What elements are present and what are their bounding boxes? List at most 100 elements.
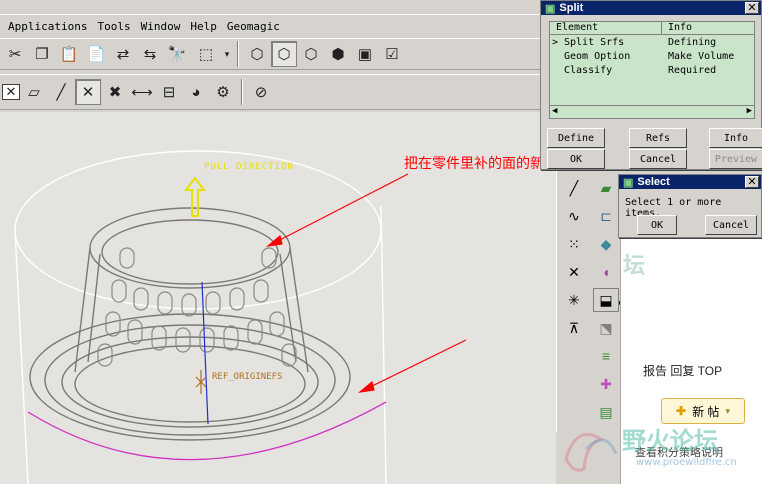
sketched-curve-icon[interactable]: ╱ bbox=[561, 176, 587, 200]
csys-tool-icon[interactable]: ✳ bbox=[561, 288, 587, 312]
annotation-arrow-2 bbox=[363, 339, 467, 391]
column-info: Info bbox=[668, 22, 693, 33]
split-app-icon: ▣ bbox=[545, 2, 556, 15]
watermark-small: 坛 bbox=[623, 254, 646, 279]
main-toolbar: ✂ ❐ 📋 📄 ⇄ ⇆ 🔭 ⬚ ▾ ⬡ ⬡ ⬡ ⬢ ▣ ☑ bbox=[0, 38, 540, 70]
info-button[interactable]: Info bbox=[709, 128, 762, 148]
copy-icon[interactable]: ❐ bbox=[29, 41, 55, 67]
select-titlebar[interactable]: ▣ Select bbox=[619, 175, 761, 189]
offset-point-icon[interactable]: ✕ bbox=[561, 260, 587, 284]
datum-point-icon[interactable]: ⁙ bbox=[561, 232, 587, 256]
boundary-surface-icon[interactable]: ◖ bbox=[593, 260, 619, 284]
define-button[interactable]: Define bbox=[547, 128, 605, 148]
menu-help[interactable]: Help bbox=[190, 20, 217, 33]
cancel-button[interactable]: Cancel bbox=[629, 149, 687, 169]
split-title: Split bbox=[559, 2, 584, 14]
element-table: Element Info > Split Srfs Defining Geom O… bbox=[549, 21, 755, 119]
cylinder-left-edge bbox=[14, 229, 29, 484]
no-hidden-icon[interactable]: ⬡ bbox=[298, 41, 324, 67]
select-ok-button[interactable]: OK bbox=[637, 215, 677, 235]
ok-button[interactable]: OK bbox=[547, 149, 605, 169]
model-tree-icon[interactable]: ☑ bbox=[379, 41, 405, 67]
menu-geomagic[interactable]: Geomagic bbox=[227, 20, 280, 33]
current-row-marker-icon: > bbox=[552, 36, 559, 48]
datum-point-display-icon[interactable]: ✕ bbox=[75, 79, 101, 105]
display-settings-icon[interactable]: ⚙ bbox=[210, 79, 236, 105]
wireframe-icon[interactable]: ⬡ bbox=[244, 41, 270, 67]
analysis-icon[interactable]: ⊟ bbox=[156, 79, 182, 105]
hidden-line-icon[interactable]: ⬡ bbox=[271, 41, 297, 67]
measure-icon[interactable]: ⟷ bbox=[129, 79, 155, 105]
menu-tools[interactable]: Tools bbox=[97, 20, 130, 33]
row-info: Make Volume bbox=[668, 50, 735, 62]
preview-button[interactable]: Preview bbox=[709, 149, 762, 169]
split-close-button[interactable]: ✕ bbox=[745, 2, 759, 14]
table-row[interactable]: Geom Option Make Volume bbox=[550, 49, 754, 63]
find-icon[interactable]: 🔭 bbox=[164, 41, 190, 67]
hide-icon[interactable]: ⊘ bbox=[248, 79, 274, 105]
select-title: Select bbox=[637, 176, 670, 188]
datum-axis bbox=[201, 281, 209, 425]
selection-box-icon[interactable]: ⬚ bbox=[191, 41, 221, 67]
select-cancel-button[interactable]: Cancel bbox=[705, 215, 757, 235]
pull-direction-label: PULL DIRECTION bbox=[204, 162, 294, 172]
select-dialog: ▣ Select ✕ Select 1 or more items. OK Ca… bbox=[618, 174, 762, 238]
row-info: Defining bbox=[668, 36, 717, 48]
select-close-button[interactable]: ✕ bbox=[745, 176, 759, 188]
toolbar-separator bbox=[237, 41, 239, 67]
table-row[interactable]: > Split Srfs Defining bbox=[550, 35, 754, 49]
column-element: Element bbox=[550, 22, 662, 34]
datum-axis-display-icon[interactable]: ╱ bbox=[48, 79, 74, 105]
spline-curve-icon[interactable]: ∿ bbox=[561, 204, 587, 228]
graphics-viewport[interactable]: PULL DIRECTION REF_ORIGINEFS 把在零件里补的面的新做… bbox=[0, 112, 556, 484]
menu-window[interactable]: Window bbox=[141, 20, 181, 33]
csys-icon bbox=[195, 370, 207, 394]
pull-direction-arrow-icon bbox=[184, 176, 206, 217]
datum-toolbar: ✕ ▱ ╱ ✕ ✖ ⟷ ⊟ ◕ ⚙ ⊘ bbox=[0, 74, 540, 110]
watermark-text: 野火论坛 bbox=[622, 427, 718, 455]
cylinder-top-edge bbox=[14, 150, 382, 310]
toolbar-separator bbox=[241, 79, 243, 105]
saved-views-icon[interactable]: ▣ bbox=[352, 41, 378, 67]
cut-icon[interactable]: ✂ bbox=[2, 41, 28, 67]
trim-surface-icon[interactable]: ✚ bbox=[593, 372, 619, 396]
extrude-surface-icon[interactable]: ▰ bbox=[593, 176, 619, 200]
refs-button[interactable]: Refs bbox=[629, 128, 687, 148]
row-element: Geom Option bbox=[564, 50, 631, 62]
fill-surface-icon[interactable]: ◆ bbox=[593, 232, 619, 256]
datum-plane-display-icon[interactable]: ▱ bbox=[21, 79, 47, 105]
origin-label: REF_ORIGINEFS bbox=[212, 372, 283, 382]
copy-surface-icon[interactable]: ⬔ bbox=[593, 316, 619, 340]
paste-special-icon[interactable]: 📄 bbox=[83, 41, 109, 67]
cylinder-right-edge bbox=[380, 205, 387, 484]
watermark-url: www.proewildfire.cn bbox=[636, 457, 737, 468]
row-element: Split Srfs bbox=[564, 36, 625, 48]
split-volume-icon[interactable]: ⬓ bbox=[593, 288, 619, 312]
regenerate-icon[interactable]: ⇄ bbox=[110, 41, 136, 67]
scroll-right-icon[interactable]: ▶ bbox=[747, 106, 752, 116]
revolve-surface-icon[interactable]: ⊏ bbox=[593, 204, 619, 228]
analysis-point-icon[interactable]: ⊼ bbox=[561, 316, 587, 340]
datum-csys-display-icon[interactable]: ✖ bbox=[102, 79, 128, 105]
merge-surface-icon[interactable]: ≡ bbox=[593, 344, 619, 368]
post-actions[interactable]: 报告 回复 TOP bbox=[643, 362, 722, 379]
scroll-left-icon[interactable]: ◀ bbox=[552, 106, 557, 116]
row-info: Required bbox=[668, 64, 717, 76]
split-titlebar[interactable]: ▣ Split bbox=[541, 1, 761, 15]
annotation-text: 把在零件里补的面的新做的一起选上 bbox=[404, 156, 556, 172]
menu-bar: Applications Tools Window Help Geomagic bbox=[0, 14, 540, 38]
element-table-header: Element Info bbox=[550, 22, 754, 35]
switch-window-icon[interactable]: ⇆ bbox=[137, 41, 163, 67]
menu-applications[interactable]: Applications bbox=[8, 20, 87, 33]
dropdown-arrow-icon[interactable]: ▾ bbox=[222, 41, 232, 67]
close-window-icon[interactable]: ✕ bbox=[2, 84, 20, 100]
select-app-icon: ▣ bbox=[623, 176, 634, 189]
row-element: Classify bbox=[564, 64, 613, 76]
shading-icon[interactable]: ⬢ bbox=[325, 41, 351, 67]
color-appearance-icon[interactable]: ◕ bbox=[183, 79, 209, 105]
split-dialog: ▣ Split ✕ Element Info > Split Srfs Defin… bbox=[540, 0, 762, 170]
table-row[interactable]: Classify Required bbox=[550, 63, 754, 77]
horizontal-scrollbar[interactable]: ◀ ▶ bbox=[550, 105, 754, 118]
feature-palette: ╱ ∿ ⁙ ✕ ✳ ⊼ ▰ ⊏ ◆ ◖ ⬓ ▸ ⬔ ≡ ✚ ▤ bbox=[556, 170, 623, 432]
paste-icon[interactable]: 📋 bbox=[56, 41, 82, 67]
